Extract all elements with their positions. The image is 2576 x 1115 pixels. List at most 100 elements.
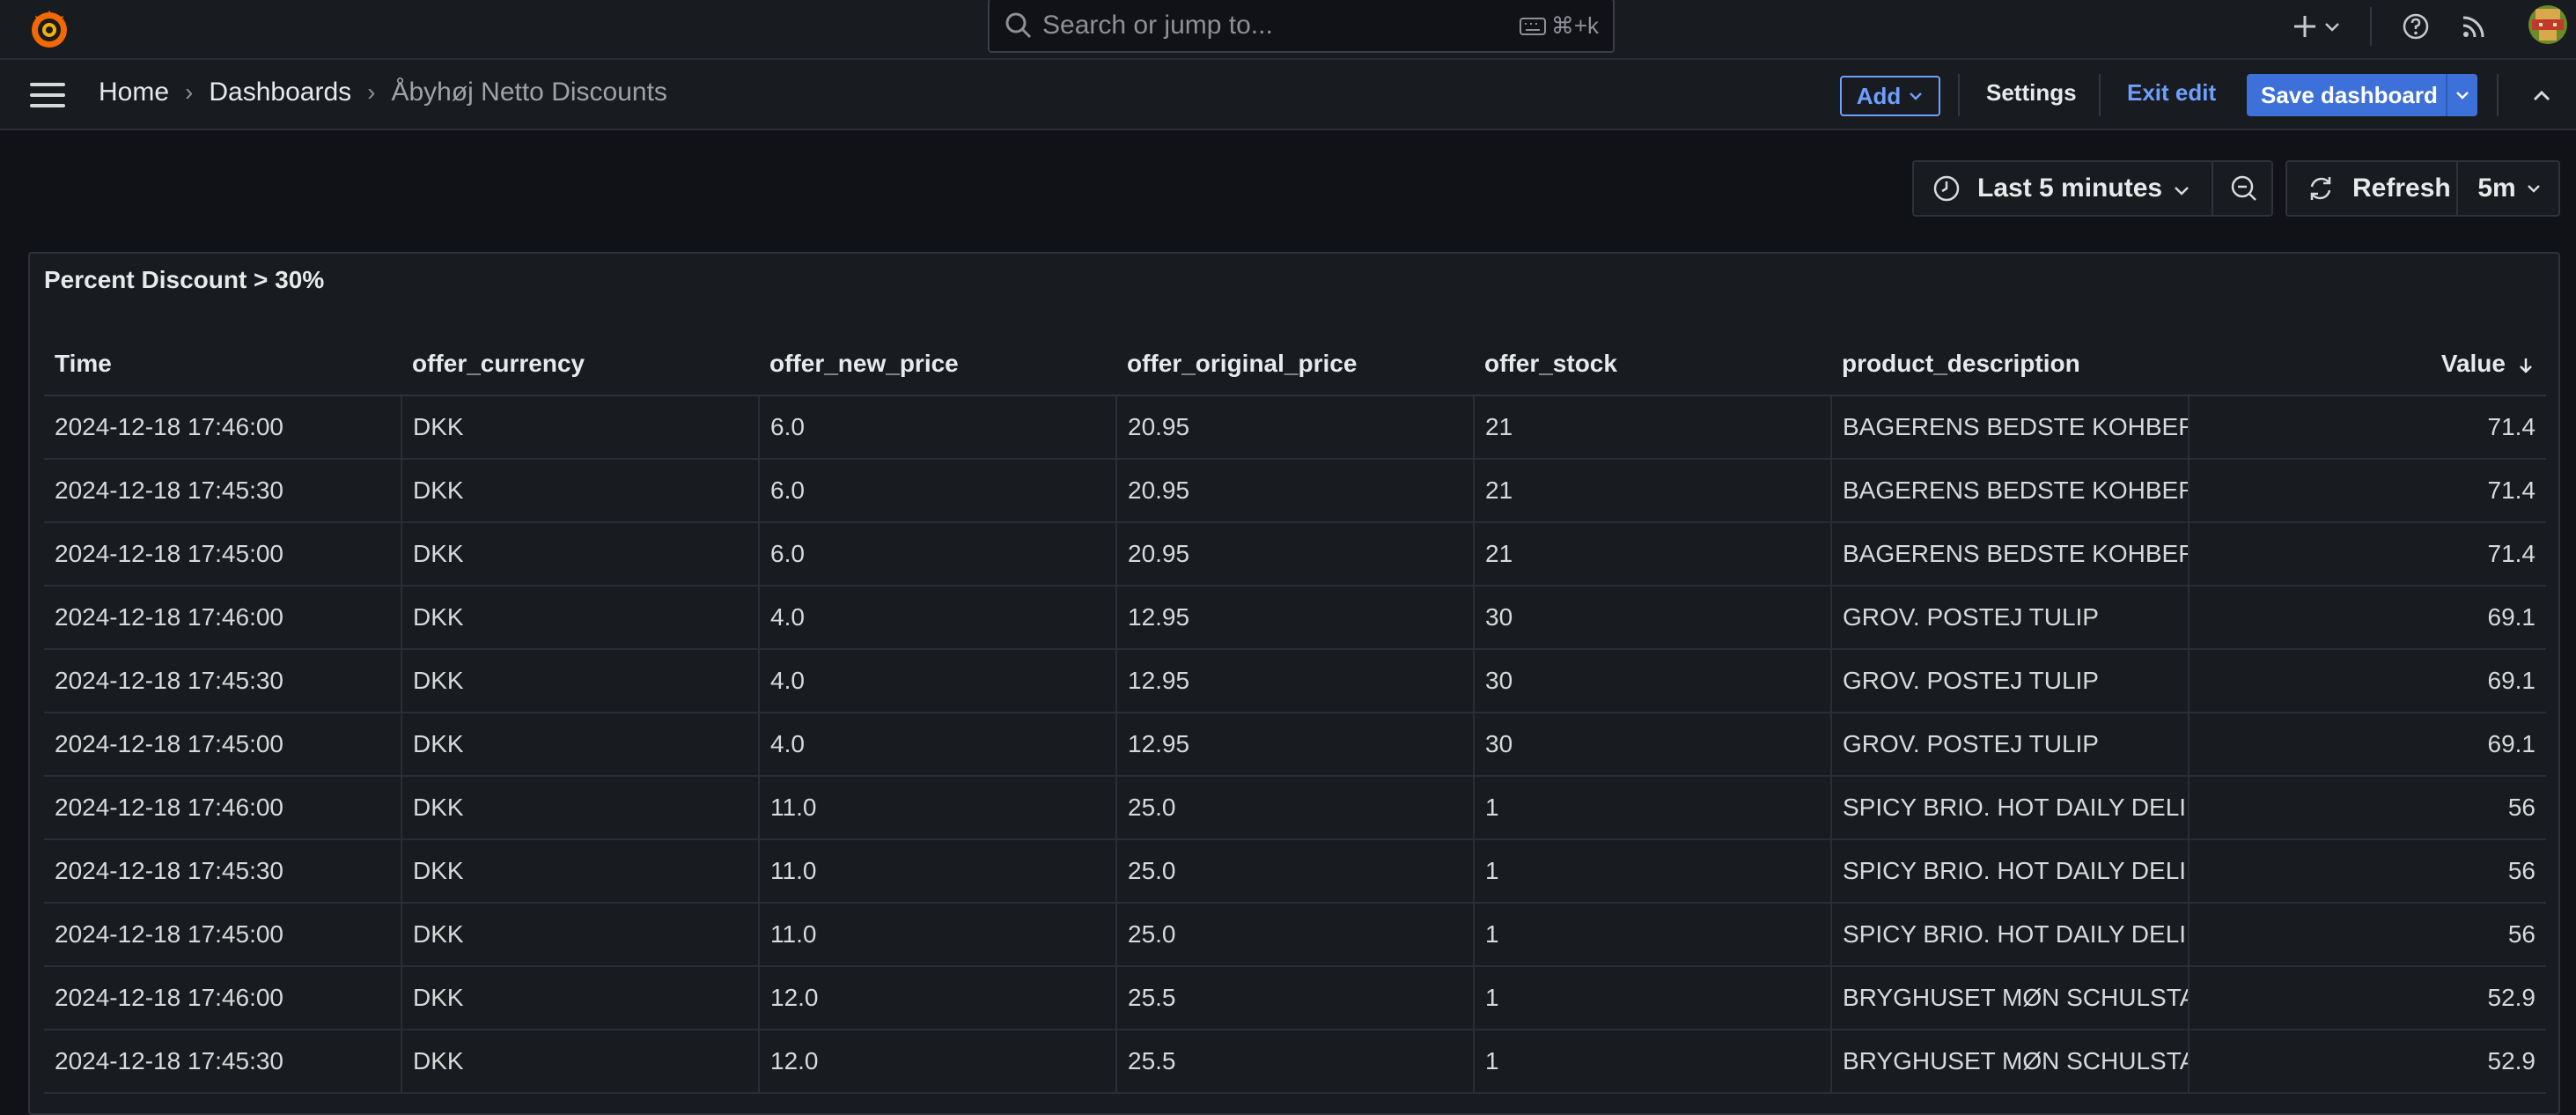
help-icon[interactable] (2400, 11, 2432, 42)
refresh-button[interactable]: Refresh (2352, 174, 2451, 203)
user-avatar[interactable] (2528, 5, 2567, 44)
sort-descending-icon (2520, 358, 2532, 373)
menu-icon[interactable] (30, 83, 65, 109)
refresh-picker: Refresh 5m (2285, 160, 2560, 217)
panel-title[interactable]: Percent Discount > 30% (44, 266, 324, 294)
column-header-value[interactable]: Value (2189, 333, 2546, 396)
chevron-down-icon (2175, 187, 2189, 196)
table-cell-offer-stock: 30 (1474, 713, 1832, 777)
table-cell-offer-currency: DKK (401, 713, 760, 777)
column-header-offer-original-price[interactable]: offer_original_price (1116, 333, 1474, 396)
refresh-icon[interactable] (2305, 173, 2337, 204)
divider (1958, 74, 1960, 116)
table-cell-offer-new-price: 4.0 (759, 649, 1117, 713)
chevron-down-icon (1910, 92, 1923, 100)
table-cell-offer-stock: 21 (1474, 459, 1832, 523)
table-cell-offer-new-price: 6.0 (759, 522, 1117, 587)
table-cell-offer-new-price: 11.0 (759, 839, 1117, 904)
avatar-icon (2528, 5, 2567, 44)
table-cell-offer-new-price: 4.0 (759, 713, 1117, 777)
table-cell-time: 2024-12-18 17:45:30 (44, 459, 402, 523)
table-cell-offer-currency: DKK (401, 776, 760, 840)
time-range-picker[interactable]: Last 5 minutes (1912, 160, 2273, 217)
table-cell-offer-currency: DKK (401, 586, 760, 650)
table-cell-offer-stock: 30 (1474, 649, 1832, 713)
zoom-out-icon (2231, 175, 2256, 201)
table-cell-offer-original-price: 20.95 (1116, 395, 1475, 460)
column-header-product-description[interactable]: product_description (1831, 333, 2189, 396)
exit-edit-button[interactable]: Exit edit (2127, 79, 2216, 107)
table-cell-offer-stock: 1 (1474, 1030, 1832, 1094)
shortcut-label: ⌘+k (1550, 12, 1599, 39)
table-cell-offer-new-price: 4.0 (759, 586, 1117, 650)
time-range-label: Last 5 minutes (1977, 174, 2163, 203)
chevron-right-icon: › (185, 78, 194, 106)
table-cell-value: 71.4 (2189, 395, 2546, 460)
keyboard-icon (1519, 17, 1546, 35)
clock-icon (1933, 175, 1960, 202)
add-label: Add (1856, 82, 1902, 109)
column-header-time[interactable]: Time (44, 333, 401, 396)
table-row: 2024-12-18 17:45:30 DKK 12.0 25.5 1 BRYGHUSET… (44, 1030, 2546, 1094)
table-cell-offer-original-price: 25.5 (1116, 966, 1475, 1030)
table-row: 2024-12-18 17:46:00 DKK 4.0 12.95 30 GROV. PO… (44, 586, 2546, 650)
table-cell-product-description: SPICY BRIO. HOT DAILY DELI (1831, 903, 2190, 967)
table-cell-offer-stock: 1 (1474, 903, 1832, 967)
table-row: 2024-12-18 17:45:30 DKK 4.0 12.95 30 GROV. PO… (44, 649, 2546, 713)
column-header-offer-new-price[interactable]: offer_new_price (759, 333, 1116, 396)
table-cell-value: 52.9 (2189, 1030, 2546, 1094)
table-cell-product-description: GROV. POSTEJ TULIP (1831, 586, 2190, 650)
grafana-logo-icon[interactable] (26, 7, 72, 53)
add-button[interactable]: Add (1840, 76, 1940, 116)
chevron-down-icon (2456, 92, 2469, 100)
settings-button[interactable]: Settings (1986, 79, 2077, 107)
table-cell-offer-original-price: 12.95 (1116, 713, 1475, 777)
table-cell-offer-stock: 1 (1474, 839, 1832, 904)
table-cell-product-description: SPICY BRIO. HOT DAILY DELI (1831, 776, 2190, 840)
table-cell-offer-stock: 30 (1474, 586, 1832, 650)
breadcrumb-home[interactable]: Home (99, 78, 169, 107)
table-row: 2024-12-18 17:45:00 DKK 4.0 12.95 30 GROV. PO… (44, 713, 2546, 777)
plus-icon[interactable] (2289, 11, 2321, 42)
table-cell-time: 2024-12-18 17:45:30 (44, 839, 402, 904)
table-cell-time: 2024-12-18 17:46:00 (44, 395, 402, 460)
table-row: 2024-12-18 17:46:00 DKK 6.0 20.95 21 BAGERENS… (44, 395, 2546, 460)
column-header-offer-currency[interactable]: offer_currency (401, 333, 759, 396)
table-cell-product-description: GROV. POSTEJ TULIP (1831, 649, 2190, 713)
chevron-up-icon[interactable] (2528, 83, 2555, 109)
save-options-dropdown[interactable] (2446, 74, 2477, 116)
breadcrumb-dashboards[interactable]: Dashboards (209, 78, 351, 107)
search-input[interactable]: Search or jump to... ⌘+k (988, 0, 1615, 53)
table-cell-offer-original-price: 25.0 (1116, 776, 1475, 840)
divider (2099, 74, 2101, 116)
search-placeholder: Search or jump to... (1042, 11, 1273, 40)
breadcrumb: Home › Dashboards › Åbyhøj Netto Discoun… (99, 78, 667, 107)
table-cell-offer-new-price: 12.0 (759, 1030, 1117, 1094)
table-cell-value: 71.4 (2189, 459, 2546, 523)
table-cell-offer-currency: DKK (401, 1030, 760, 1094)
table-cell-time: 2024-12-18 17:46:00 (44, 776, 402, 840)
table-cell-offer-new-price: 11.0 (759, 776, 1117, 840)
table-cell-value: 52.9 (2189, 966, 2546, 1030)
table-cell-time: 2024-12-18 17:45:00 (44, 522, 402, 587)
table-cell-time: 2024-12-18 17:45:30 (44, 649, 402, 713)
table-cell-product-description: BRYGHUSET MØN SCHULSTAD (1831, 1030, 2190, 1094)
table-body: 2024-12-18 17:46:00 DKK 6.0 20.95 21 BAGERENS… (44, 395, 2546, 1094)
save-dashboard-button[interactable]: Save dashboard (2247, 74, 2477, 116)
table-cell-offer-new-price: 12.0 (759, 966, 1117, 1030)
news-rss-icon[interactable] (2458, 11, 2490, 42)
table-row: 2024-12-18 17:46:00 DKK 12.0 25.5 1 BRYGHUSET… (44, 966, 2546, 1030)
table-cell-offer-currency: DKK (401, 649, 760, 713)
table-cell-time: 2024-12-18 17:45:30 (44, 1030, 402, 1094)
table-cell-value: 69.1 (2189, 586, 2546, 650)
table-cell-value: 71.4 (2189, 522, 2546, 587)
table-cell-time: 2024-12-18 17:45:00 (44, 903, 402, 967)
chevron-down-icon[interactable] (2322, 11, 2342, 42)
column-header-offer-stock[interactable]: offer_stock (1474, 333, 1831, 396)
table-cell-offer-currency: DKK (401, 903, 760, 967)
table-cell-offer-original-price: 20.95 (1116, 459, 1475, 523)
refresh-interval-dropdown[interactable]: 5m (2456, 162, 2562, 215)
chevron-down-icon (2527, 185, 2540, 193)
refresh-interval-label: 5m (2477, 174, 2516, 203)
zoom-out-button[interactable] (2212, 162, 2275, 215)
